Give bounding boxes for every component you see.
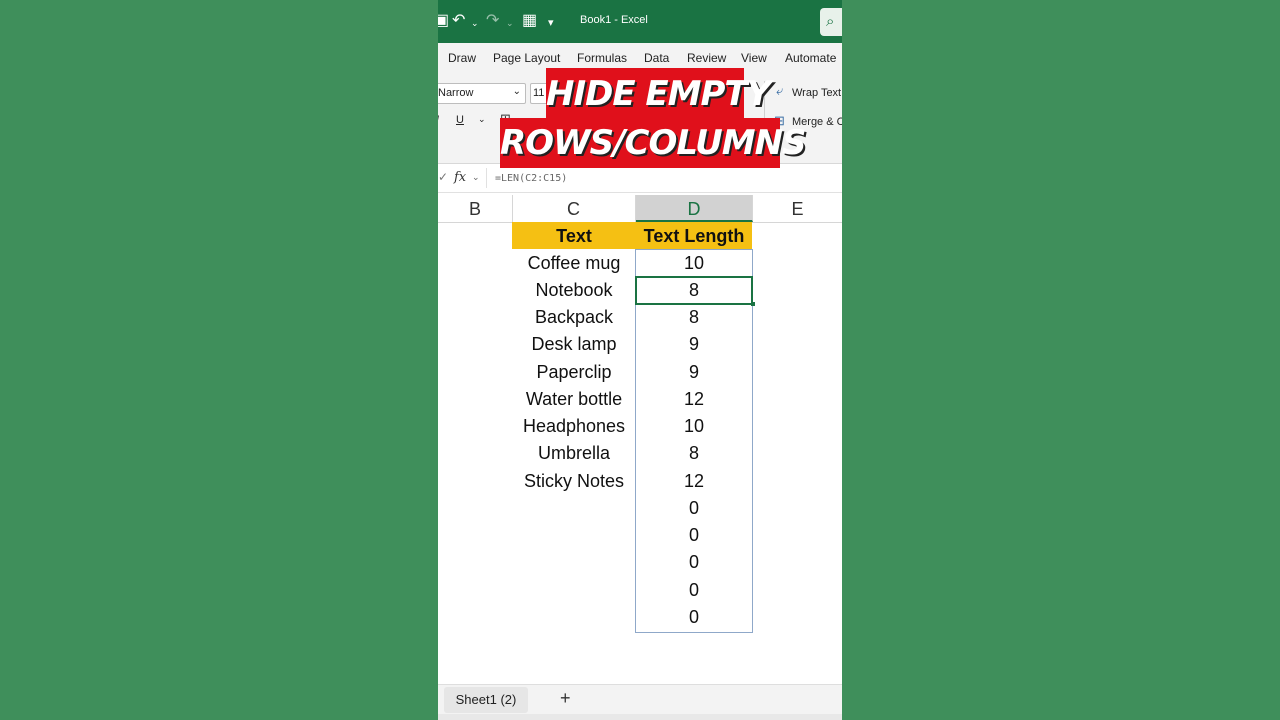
tab-data[interactable]: Data xyxy=(644,51,669,65)
sheet-grid[interactable]: Text Text Length Coffee mug 10 Notebook … xyxy=(438,222,842,682)
insert-function-icon[interactable]: fx xyxy=(454,170,466,185)
form-icon[interactable]: ▦ xyxy=(522,11,537,31)
font-name-select[interactable]: Narrow ⌄ xyxy=(438,83,526,104)
table-cell[interactable]: Umbrella xyxy=(512,439,636,466)
table-cell[interactable]: 8 xyxy=(636,439,752,466)
banner-line-1: HIDE EMPTY xyxy=(546,68,771,120)
table-cell[interactable] xyxy=(512,548,636,575)
table-cell[interactable] xyxy=(512,603,636,630)
table-cell[interactable]: 8 xyxy=(636,303,752,330)
table-cell[interactable]: 12 xyxy=(636,467,752,494)
status-strip xyxy=(438,714,842,720)
table-cell[interactable]: 0 xyxy=(636,603,752,630)
table-cell[interactable]: Headphones xyxy=(512,412,636,439)
redo-dropdown-icon[interactable]: ⌄ xyxy=(506,13,514,33)
fill-handle[interactable] xyxy=(751,302,755,306)
header-cell-text[interactable]: Text xyxy=(512,222,636,249)
table-cell[interactable]: 0 xyxy=(636,521,752,548)
window-title: Book1 - Excel xyxy=(580,14,648,26)
save-icon[interactable]: ▣ xyxy=(438,11,449,31)
table-cell[interactable]: 12 xyxy=(636,385,752,412)
undo-icon[interactable]: ↶ xyxy=(452,11,465,31)
add-sheet-button[interactable]: + xyxy=(560,688,571,709)
underline-button[interactable]: U xyxy=(456,114,464,126)
table-cell[interactable]: 9 xyxy=(636,358,752,385)
tab-draw[interactable]: Draw xyxy=(448,51,476,65)
column-header-c[interactable]: C xyxy=(512,195,636,222)
formula-text: =LEN(C2:C15) xyxy=(495,173,568,184)
table-cell[interactable]: Sticky Notes xyxy=(512,467,636,494)
table-cell[interactable]: 0 xyxy=(636,576,752,603)
search-icon[interactable]: ⌕ xyxy=(820,8,842,36)
font-size-value: 11 xyxy=(533,87,545,99)
table-cell[interactable]: 9 xyxy=(636,330,752,357)
table-cell[interactable]: Backpack xyxy=(512,303,636,330)
enter-check-icon[interactable]: ✓ xyxy=(438,170,448,184)
table-cell[interactable]: Water bottle xyxy=(512,385,636,412)
banner-line-2: ROWS/COLUMNS xyxy=(500,118,807,168)
table-cell[interactable] xyxy=(512,494,636,521)
header-cell-text-length[interactable]: Text Length xyxy=(636,222,752,249)
redo-icon[interactable]: ↷ xyxy=(486,11,499,31)
table-cell[interactable]: 0 xyxy=(636,494,752,521)
title-bar: ▣ ↶ ⌄ ↷ ⌄ ▦ ▾ Book1 - Excel ⌕ xyxy=(438,0,842,43)
column-header-e[interactable]: E xyxy=(753,195,842,222)
tab-view[interactable]: View xyxy=(741,51,767,65)
column-header-d[interactable]: D xyxy=(636,195,753,222)
table-cell[interactable]: Notebook xyxy=(512,276,636,303)
table-cell[interactable]: Coffee mug xyxy=(512,249,636,276)
table-cell[interactable]: 0 xyxy=(636,548,752,575)
column-headers: B C D E xyxy=(438,195,842,223)
tab-formulas[interactable]: Formulas xyxy=(577,51,627,65)
customize-icon[interactable]: ▾ xyxy=(548,13,554,33)
table-cell[interactable]: 10 xyxy=(636,249,752,276)
chevron-down-icon: ⌄ xyxy=(512,86,521,97)
table-cell[interactable]: 10 xyxy=(636,412,752,439)
active-cell-selection xyxy=(635,276,753,305)
sheet-tab-active[interactable]: Sheet1 (2) xyxy=(444,687,528,713)
tab-review[interactable]: Review xyxy=(687,51,726,65)
tab-automate[interactable]: Automate xyxy=(785,51,836,65)
formula-bar: ✓ fx ⌄ =LEN(C2:C15) xyxy=(438,165,842,193)
sheet-tab-bar: Sheet1 (2) + xyxy=(438,684,842,715)
table-cell[interactable]: Paperclip xyxy=(512,358,636,385)
chevron-down-icon[interactable]: ⌄ xyxy=(472,172,480,183)
undo-dropdown-icon[interactable]: ⌄ xyxy=(471,13,479,33)
wrap-text-button[interactable]: Wrap Text xyxy=(792,87,841,99)
underline-dropdown-icon[interactable]: ⌄ xyxy=(478,114,486,125)
font-name-value: Narrow xyxy=(438,87,474,99)
tab-page-layout[interactable]: Page Layout xyxy=(493,51,560,65)
table-cell[interactable]: Desk lamp xyxy=(512,330,636,357)
column-header-b[interactable]: B xyxy=(438,195,513,222)
italic-button[interactable]: I xyxy=(438,114,439,126)
wrap-text-icon: ⤶ xyxy=(776,83,784,98)
formula-input[interactable]: =LEN(C2:C15) xyxy=(486,168,841,188)
table-cell[interactable] xyxy=(512,576,636,603)
table-cell[interactable] xyxy=(512,521,636,548)
